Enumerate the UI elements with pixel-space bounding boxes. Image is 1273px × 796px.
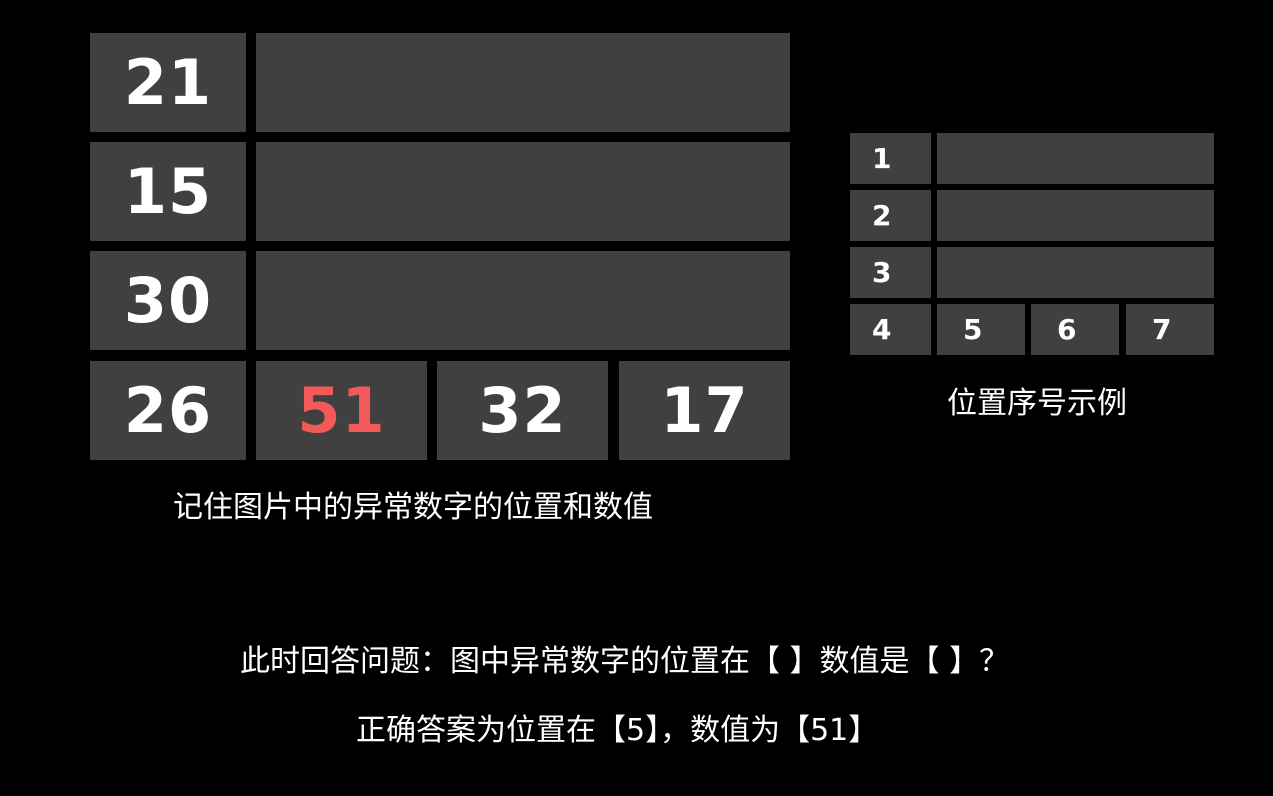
example-cell-4: 4 bbox=[850, 304, 931, 355]
cell-number: 26 bbox=[123, 374, 213, 447]
example-cell-1-bar bbox=[937, 133, 1214, 184]
example-label: 5 bbox=[963, 313, 983, 346]
example-cell-3-bar bbox=[937, 247, 1214, 298]
cell-position-4: 26 bbox=[90, 361, 246, 460]
example-label: 6 bbox=[1057, 313, 1077, 346]
example-label: 4 bbox=[872, 313, 892, 346]
example-label: 2 bbox=[872, 199, 892, 232]
cell-number: 17 bbox=[660, 374, 749, 447]
cell-number: 32 bbox=[478, 374, 567, 447]
cell-position-2-bar bbox=[256, 142, 790, 241]
cell-position-3-number: 30 bbox=[90, 251, 246, 350]
anomaly-number: 51 bbox=[297, 374, 386, 447]
cell-position-1-bar bbox=[256, 33, 790, 132]
question-text: 此时回答问题：图中异常数字的位置在【 】数值是【 】？ bbox=[240, 644, 1010, 679]
example-label: 3 bbox=[872, 256, 892, 289]
example-cell-1: 1 bbox=[850, 133, 931, 184]
example-cell-2-bar bbox=[937, 190, 1214, 241]
cell-position-1-number: 21 bbox=[90, 33, 246, 132]
example-label: 1 bbox=[872, 142, 892, 175]
cell-position-7: 17 bbox=[619, 361, 790, 460]
example-cell-2: 2 bbox=[850, 190, 931, 241]
example-grid-caption: 位置序号示例 bbox=[947, 386, 1127, 421]
cell-number: 15 bbox=[123, 155, 213, 228]
cell-position-6: 32 bbox=[437, 361, 608, 460]
example-cell-6: 6 bbox=[1031, 304, 1119, 355]
main-grid-caption: 记住图片中的异常数字的位置和数值 bbox=[173, 490, 653, 525]
cell-number: 21 bbox=[123, 46, 213, 119]
example-label: 7 bbox=[1152, 313, 1172, 346]
answer-text: 正确答案为位置在【5】，数值为【51】 bbox=[356, 713, 879, 748]
cell-number: 30 bbox=[123, 264, 213, 337]
cell-position-2-number: 15 bbox=[90, 142, 246, 241]
example-cell-5: 5 bbox=[937, 304, 1025, 355]
example-cell-3: 3 bbox=[850, 247, 931, 298]
cell-position-3-bar bbox=[256, 251, 790, 350]
example-cell-7: 7 bbox=[1126, 304, 1214, 355]
cell-position-5-anomaly: 51 bbox=[256, 361, 427, 460]
